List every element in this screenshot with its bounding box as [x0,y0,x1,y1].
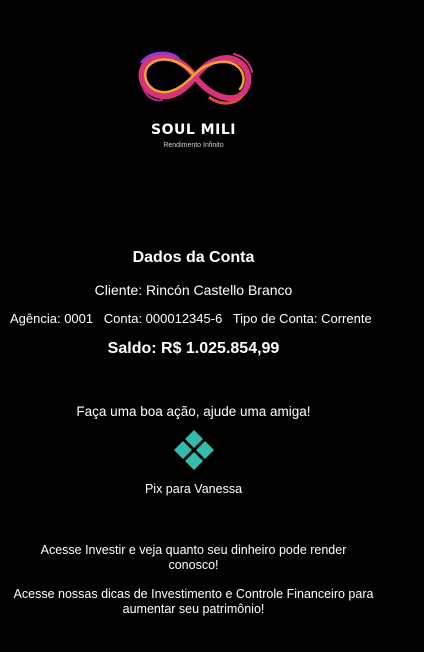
tips-info-text: Acesse nossas dicas de Investimento e Co… [13,587,374,616]
brand-name: SOUL MILI [151,122,236,138]
client-name: Cliente: Rincón Castello Branco [94,282,293,298]
account-details-row: Agência: 0001 Conta: 000012345-6 Tipo de… [10,311,390,326]
agency-number: Agência: 0001 [10,311,94,326]
pix-icon[interactable] [172,428,216,472]
account-balance: Saldo: R$ 1.025.854,99 [107,340,280,357]
invest-info-text: Acesse Investir e veja quanto seu dinhei… [40,543,347,572]
account-type: Tipo de Conta: Corrente [232,311,372,326]
infinity-logo-icon [138,51,253,105]
account-section-title: Dados da Conta [132,249,255,266]
help-friend-text: Faça uma boa ação, ajude uma amiga! [76,404,311,419]
pix-transfer-link[interactable]: Pix para Vanessa [0,482,387,496]
account-number: Conta: 000012345-6 [103,311,223,326]
brand-tagline: Rendimento Infinito [163,142,224,149]
